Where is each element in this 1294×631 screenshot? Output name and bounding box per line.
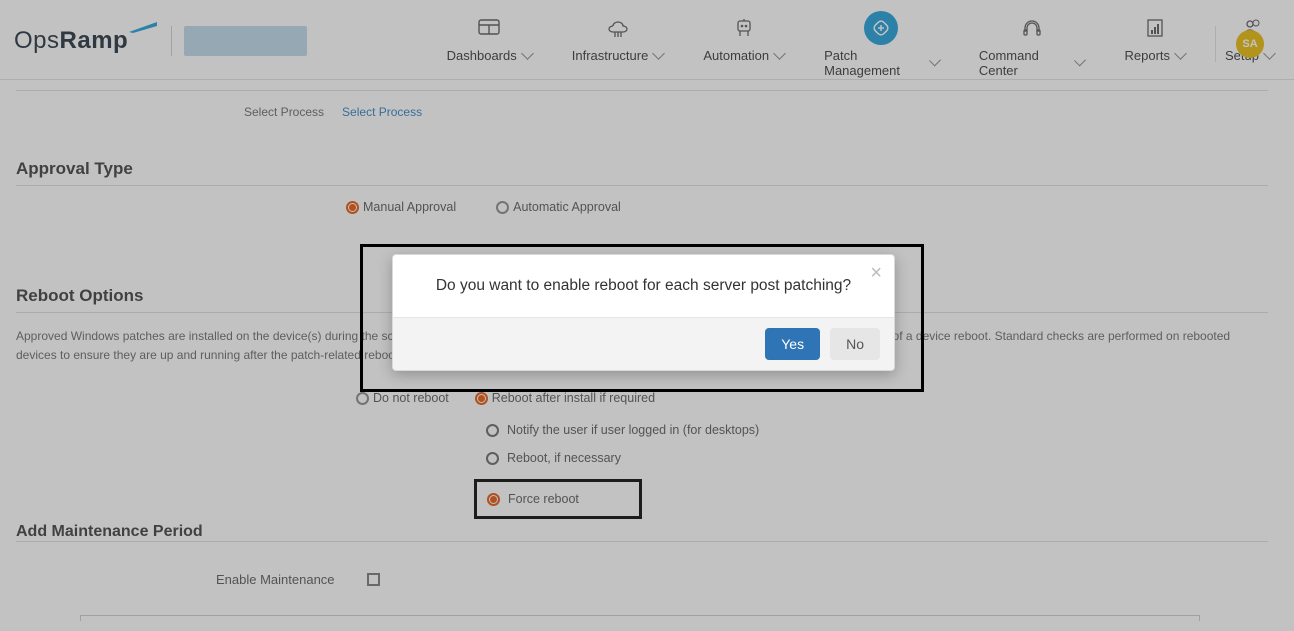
modal-no-button[interactable]: No [830,328,880,360]
modal-close-button[interactable]: × [870,263,882,283]
confirm-modal: × Do you want to enable reboot for each … [392,254,895,371]
modal-message: Do you want to enable reboot for each se… [393,255,894,317]
modal-yes-button[interactable]: Yes [765,328,820,360]
modal-footer: Yes No [393,317,894,370]
